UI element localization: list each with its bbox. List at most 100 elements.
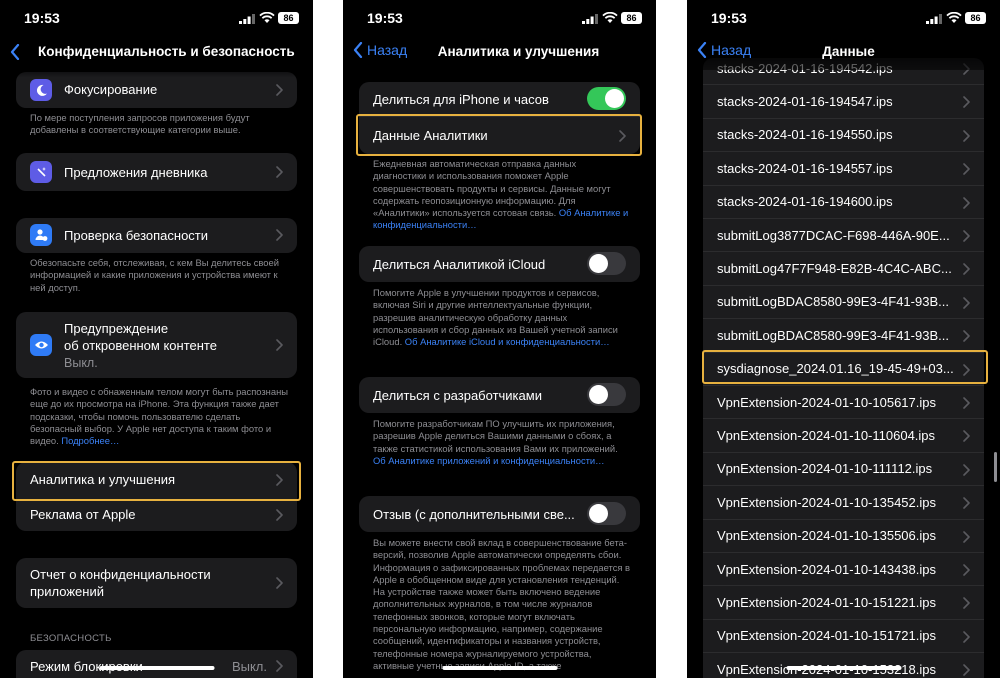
icloud-footer: Помогите Apple в улучшении продуктов и с…: [373, 287, 632, 348]
apple-ads-row[interactable]: Реклама от Apple: [16, 498, 297, 531]
file-name: VpnExtension-2024-01-10-151721.ips: [717, 628, 936, 644]
nav-bar: Назад Аналитика и улучшения: [343, 40, 656, 66]
feedback-label: Отзыв (с дополнительными све...: [373, 507, 575, 522]
analytics-data-row[interactable]: Данные Аналитики: [359, 116, 640, 154]
chevron-right-icon: [963, 130, 970, 142]
file-list: stacks-2024-01-16-194542.ipsstacks-2024-…: [703, 58, 984, 678]
safety-check-row[interactable]: Проверка безопасности: [16, 218, 297, 253]
file-row[interactable]: VpnExtension-2024-01-10-143438.ips: [703, 553, 984, 587]
file-row[interactable]: stacks-2024-01-16-194550.ips: [703, 119, 984, 153]
sensitive-footer: Фото и видео с обнаженным телом могут бы…: [30, 386, 289, 447]
developers-footer: Помогите разработчикам ПО улучшить их пр…: [373, 418, 632, 467]
chevron-right-icon: [963, 531, 970, 543]
chevron-right-icon: [963, 364, 970, 376]
chevron-right-icon: [963, 464, 970, 476]
developers-toggle[interactable]: [587, 383, 626, 406]
file-row[interactable]: VpnExtension-2024-01-10-111112.ips: [703, 453, 984, 487]
sparkle-icon: [30, 161, 52, 183]
status-time: 19:53: [367, 10, 403, 26]
status-bar: 19:53 86: [687, 10, 1000, 28]
lockdown-mode-row[interactable]: Режим блокировки Выкл.: [16, 650, 297, 678]
file-row[interactable]: submitLog3877DCAC-F698-446A-90E...: [703, 219, 984, 253]
file-row[interactable]: stacks-2024-01-16-194547.ips: [703, 85, 984, 119]
more-link[interactable]: Подробнее…: [61, 435, 119, 446]
analytics-data-label: Данные Аналитики: [373, 128, 488, 143]
file-name: stacks-2024-01-16-194547.ips: [717, 94, 893, 110]
file-name: VpnExtension-2024-01-10-143438.ips: [717, 561, 936, 577]
file-row[interactable]: stacks-2024-01-16-194557.ips: [703, 152, 984, 186]
chevron-right-icon: [276, 660, 283, 672]
share-iphone-toggle[interactable]: [587, 87, 626, 110]
chevron-right-icon: [963, 330, 970, 342]
wifi-icon: [259, 12, 275, 23]
safety-label: Проверка безопасности: [64, 228, 209, 243]
chevron-right-icon: [963, 497, 970, 509]
feedback-toggle[interactable]: [587, 502, 626, 525]
app-privacy-report-row[interactable]: Отчет о конфиденциальности приложений: [16, 558, 297, 608]
analytics-ads-group: Аналитика и улучшения Реклама от Apple: [16, 462, 297, 531]
focus-label: Фокусирование: [64, 82, 158, 97]
file-row[interactable]: submitLog47F7F948-E82B-4C4C-ABC...: [703, 252, 984, 286]
file-row[interactable]: sysdiagnose_2024.01.16_19-45-49+03...: [703, 353, 984, 386]
file-row[interactable]: VpnExtension-2024-01-10-135452.ips: [703, 486, 984, 520]
icloud-toggle[interactable]: [587, 252, 626, 275]
file-name: stacks-2024-01-16-194600.ips: [717, 194, 893, 210]
feedback-footer: Вы можете внести свой вклад в совершенст…: [373, 537, 631, 671]
file-row[interactable]: submitLogBDAC8580-99E3-4F41-93B...: [703, 286, 984, 320]
chevron-right-icon: [963, 430, 970, 442]
moon-icon: [30, 79, 52, 101]
file-name: submitLog47F7F948-E82B-4C4C-ABC...: [717, 261, 952, 277]
toggle-knob: [605, 89, 624, 108]
file-row[interactable]: VpnExtension-2024-01-10-151721.ips: [703, 620, 984, 654]
developers-label: Делиться с разработчиками: [373, 388, 542, 403]
page-title: Данные: [822, 44, 875, 59]
icloud-label: Делиться Аналитикой iCloud: [373, 257, 546, 272]
journal-suggestions-row[interactable]: Предложения дневника: [16, 153, 297, 191]
file-name: submitLogBDAC8580-99E3-4F41-93B...: [717, 327, 949, 343]
file-name: VpnExtension-2024-01-10-135506.ips: [717, 528, 936, 544]
chevron-right-icon: [276, 474, 283, 486]
file-name: submitLog3877DCAC-F698-446A-90E...: [717, 227, 950, 243]
home-indicator: [99, 666, 214, 670]
chevron-right-icon: [276, 339, 283, 351]
sensitive-content-row[interactable]: Предупреждение об откровенном контенте В…: [16, 312, 297, 378]
toggle-knob: [589, 504, 608, 523]
status-bar: 19:53 86: [343, 10, 656, 28]
file-row[interactable]: VpnExtension-2024-01-10-151221.ips: [703, 586, 984, 620]
file-row[interactable]: stacks-2024-01-16-194600.ips: [703, 186, 984, 219]
sensitive-value: Выкл.: [64, 356, 98, 370]
data-list-screen: stacks-2024-01-16-194542.ipsstacks-2024-…: [687, 0, 1000, 678]
chevron-right-icon: [963, 230, 970, 242]
battery-icon: 86: [965, 12, 986, 24]
chevron-right-icon: [963, 263, 970, 275]
file-name: VpnExtension-2024-01-10-151221.ips: [717, 595, 936, 611]
person-check-icon: [30, 224, 52, 246]
report-label-line1: Отчет о конфиденциальности: [30, 567, 211, 582]
analytics-row[interactable]: Аналитика и улучшения: [16, 462, 297, 497]
file-name: VpnExtension-2024-01-10-105617.ips: [717, 394, 936, 410]
page-title: Конфиденциальность и безопасность: [38, 44, 295, 59]
sensitive-label-line1: Предупреждение: [64, 321, 169, 336]
developers-footer-text: Помогите разработчикам ПО улучшить их пр…: [373, 418, 618, 454]
about-icloud-link[interactable]: Об Аналитике iCloud и конфиденциальности…: [405, 336, 610, 347]
file-row[interactable]: VpnExtension-2024-01-10-110604.ips: [703, 419, 984, 453]
nav-bar: Назад Данные: [687, 40, 1000, 66]
file-name: VpnExtension-2024-01-10-110604.ips: [717, 428, 936, 444]
chevron-right-icon: [963, 664, 970, 676]
file-name: stacks-2024-01-16-194550.ips: [717, 127, 893, 143]
sensitive-label-line2: об откровенном контенте: [64, 338, 217, 353]
file-row[interactable]: submitLogBDAC8580-99E3-4F41-93B...: [703, 319, 984, 353]
file-row[interactable]: VpnExtension-2024-01-10-105617.ips: [703, 386, 984, 420]
status-time: 19:53: [711, 10, 747, 26]
analytics-screen: 19:53 86 Назад Аналитика и улучшения Дел…: [343, 0, 656, 678]
journal-label: Предложения дневника: [64, 165, 208, 180]
share-group: Делиться для iPhone и часов Данные Анали…: [359, 82, 640, 154]
chevron-right-icon: [963, 564, 970, 576]
share-iphone-row: Делиться для iPhone и часов: [359, 82, 640, 116]
about-app-analytics-link[interactable]: Об Аналитике приложений и конфиденциальн…: [373, 455, 605, 466]
scrollbar[interactable]: [994, 452, 997, 482]
file-row[interactable]: VpnExtension-2024-01-10-135506.ips: [703, 520, 984, 553]
toggle-knob: [589, 385, 608, 404]
chevron-right-icon: [963, 297, 970, 309]
security-section-header: БЕЗОПАСНОСТЬ: [30, 633, 112, 644]
